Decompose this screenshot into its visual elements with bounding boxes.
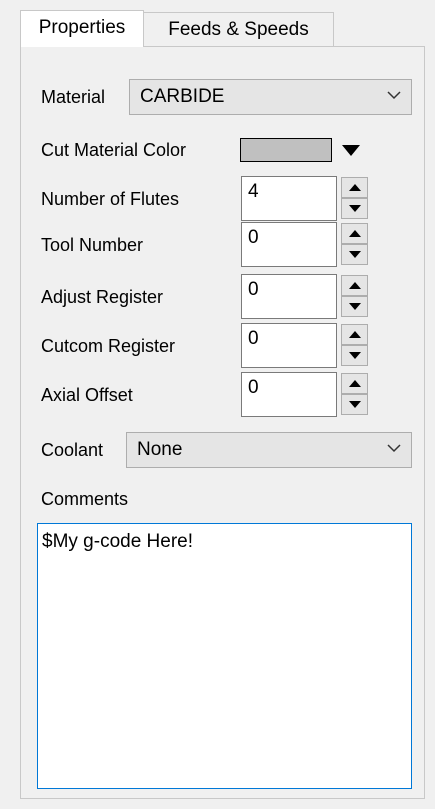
spin-down-icon	[349, 401, 361, 408]
spin-down-icon	[349, 205, 361, 212]
adjust-register-label: Adjust Register	[41, 287, 164, 307]
cutcom-register-input[interactable]: 0	[241, 323, 337, 368]
spin-up-icon	[349, 380, 361, 387]
color-picker-button[interactable]	[236, 130, 374, 170]
axial-offset-spin-down[interactable]	[341, 394, 368, 415]
spin-up-icon	[349, 230, 361, 237]
tool-number-spin-up[interactable]	[341, 223, 368, 244]
spin-down-icon	[349, 251, 361, 258]
spin-down-icon	[349, 352, 361, 359]
chevron-down-icon	[387, 91, 401, 100]
coolant-label: Coolant	[41, 440, 104, 460]
adjust-register-spin-up[interactable]	[341, 275, 368, 296]
material-value: CARBIDE	[140, 86, 225, 107]
flutes-spin-down[interactable]	[341, 198, 368, 219]
tool-number-input[interactable]: 0	[241, 222, 337, 267]
tool-number-spin-down[interactable]	[341, 244, 368, 265]
cutcom-register-spin-up[interactable]	[341, 324, 368, 345]
flutes-spin-up[interactable]	[341, 177, 368, 198]
coolant-value: None	[137, 439, 183, 460]
tab-feeds-speeds[interactable]: Feeds & Speeds	[144, 12, 334, 46]
cutcom-register-spin-down[interactable]	[341, 345, 368, 366]
spin-up-icon	[349, 184, 361, 191]
axial-offset-spin-up[interactable]	[341, 373, 368, 394]
number-of-flutes-label: Number of Flutes	[41, 189, 180, 209]
comments-text: $My g-code Here!	[42, 531, 194, 552]
material-label: Material	[41, 87, 106, 107]
comments-textarea[interactable]: $My g-code Here!	[37, 523, 412, 789]
cutcom-register-label: Cutcom Register	[41, 336, 176, 356]
axial-offset-label: Axial Offset	[41, 385, 133, 405]
coolant-dropdown[interactable]: None	[126, 432, 412, 468]
tab-properties[interactable]: Properties	[20, 10, 144, 47]
adjust-register-spin-down[interactable]	[341, 296, 368, 317]
spin-down-icon	[349, 303, 361, 310]
number-of-flutes-input[interactable]: 4	[241, 176, 337, 221]
spin-up-icon	[349, 331, 361, 338]
triangle-down-icon	[342, 145, 360, 156]
cut-material-color-label: Cut Material Color	[41, 140, 187, 160]
material-dropdown[interactable]: CARBIDE	[129, 79, 412, 115]
tool-number-label: Tool Number	[41, 235, 144, 255]
color-swatch	[240, 138, 332, 162]
comments-label: Comments	[41, 489, 129, 509]
chevron-down-icon	[387, 444, 401, 453]
tab-bar: Properties Feeds & Speeds	[0, 0, 435, 47]
spin-up-icon	[349, 282, 361, 289]
axial-offset-input[interactable]: 0	[241, 372, 337, 417]
adjust-register-input[interactable]: 0	[241, 274, 337, 319]
